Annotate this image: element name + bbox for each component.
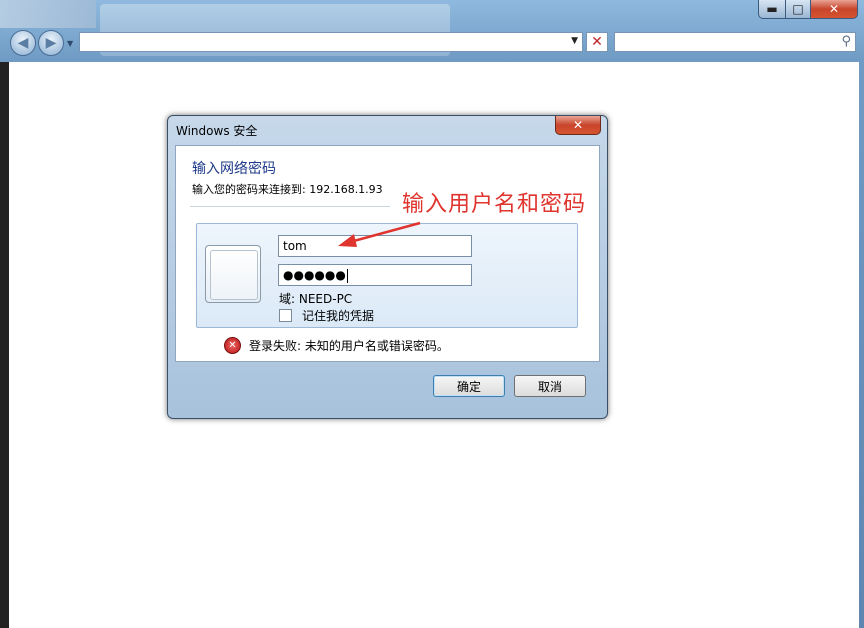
address-dropdown-icon[interactable]: ▼: [571, 36, 578, 46]
username-value: tom: [283, 239, 307, 253]
minimize-button[interactable]: ▬: [758, 0, 786, 19]
remember-label: 记住我的凭据: [302, 309, 375, 323]
dialog-heading: 输入网络密码: [192, 161, 276, 177]
history-dropdown-icon[interactable]: ▼: [67, 39, 73, 48]
password-value: ●●●●●●: [283, 268, 346, 282]
search-input[interactable]: ⚲: [614, 32, 856, 52]
dialog-title: Windows 安全: [176, 124, 258, 138]
remember-checkbox[interactable]: [279, 309, 292, 322]
dialog-subtitle: 输入您的密码来连接到: 192.168.1.93: [192, 183, 383, 196]
dialog-body: 输入网络密码 输入您的密码来连接到: 192.168.1.93 tom ●●●●…: [175, 145, 600, 362]
remember-credentials[interactable]: 记住我的凭据: [279, 307, 374, 324]
maximize-button[interactable]: □: [786, 0, 811, 19]
annotation-arrow-icon: [338, 221, 421, 247]
forward-arrow-icon[interactable]: ▶: [38, 30, 64, 56]
ok-button[interactable]: 确定: [433, 375, 505, 397]
search-icon[interactable]: ⚲: [841, 34, 851, 49]
stop-icon[interactable]: ✕: [586, 32, 608, 52]
navigation-buttons: ◀ ▶ ▼: [10, 30, 73, 56]
dialog-close-button[interactable]: ✕: [555, 116, 601, 135]
annotation-text: 输入用户名和密码: [402, 192, 587, 217]
error-message: ✕ 登录失败: 未知的用户名或错误密码。: [224, 337, 449, 354]
cancel-button[interactable]: 取消: [514, 375, 586, 397]
dialog-footer: 确定 取消: [175, 362, 598, 410]
password-field[interactable]: ●●●●●●: [278, 264, 472, 286]
divider: [190, 206, 390, 207]
domain-label: 域: NEED-PC: [279, 292, 353, 306]
avatar-frame: [210, 250, 258, 300]
error-text: 登录失败: 未知的用户名或错误密码。: [249, 339, 449, 353]
error-icon: ✕: [224, 337, 241, 354]
back-arrow-icon[interactable]: ◀: [10, 30, 36, 56]
windows-security-dialog: Windows 安全 ✕ 输入网络密码 输入您的密码来连接到: 192.168.…: [167, 115, 608, 419]
user-avatar-icon: [205, 245, 261, 303]
address-bar[interactable]: ▼: [79, 32, 583, 52]
window-left-border: [0, 62, 8, 628]
title-bar-blur: [0, 0, 96, 28]
text-caret: [346, 268, 348, 283]
close-window-button[interactable]: ✕: [811, 0, 858, 19]
window-caption-buttons: ▬ □ ✕: [758, 0, 858, 19]
